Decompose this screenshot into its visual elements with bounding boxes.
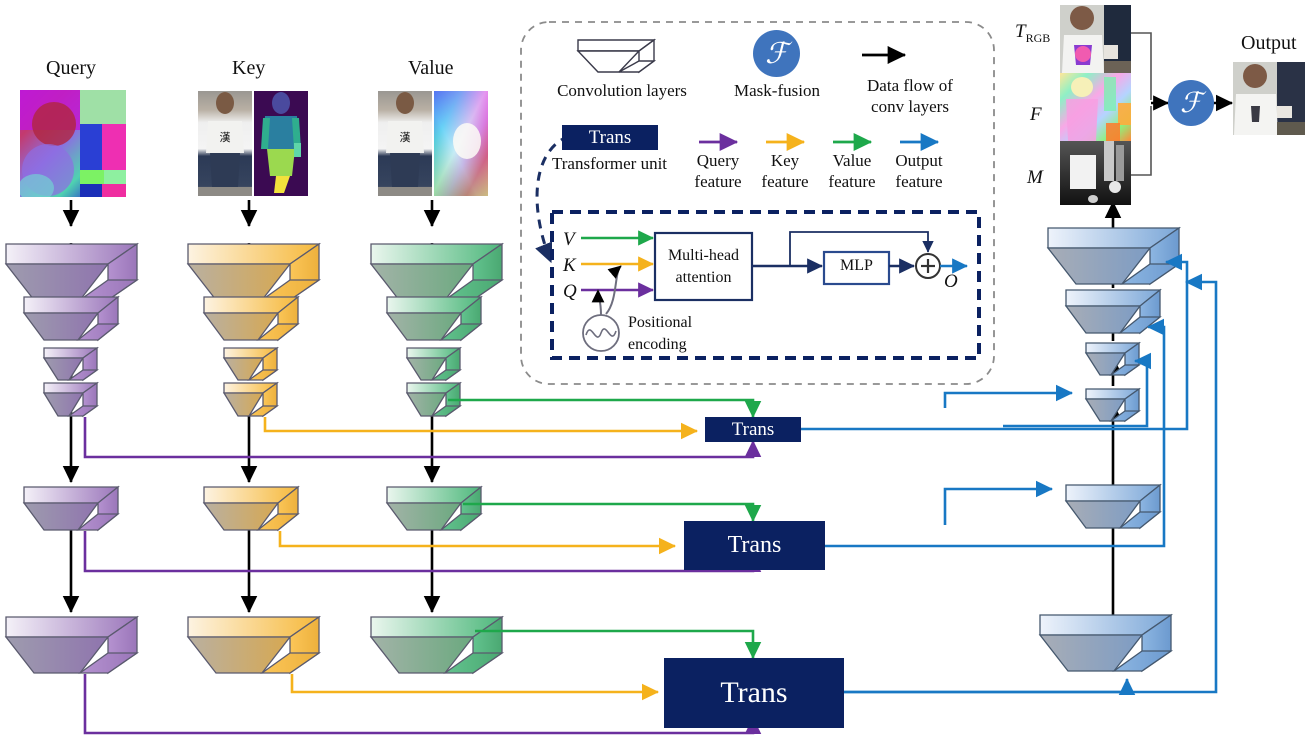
- legend-query-feature-label-line1: Query: [696, 151, 740, 170]
- detail-positional-encoding-label-line1: Positional: [628, 314, 693, 331]
- f-flow-image: [1060, 73, 1131, 141]
- query-slab-3: [42, 346, 100, 382]
- value-slab-1: [369, 242, 505, 302]
- query-feature-paths: [83, 417, 762, 735]
- value-person-image: 漢: [378, 91, 432, 196]
- legend-value-feature-label-line1: Value: [832, 151, 872, 170]
- value-slab-6: [369, 615, 505, 675]
- detail-attention-label-line2: attention: [675, 269, 732, 286]
- query-input-image: [18, 90, 126, 202]
- t-rgb-main: T: [1015, 21, 1026, 42]
- detail-v-label: V: [563, 229, 575, 250]
- decoder-slab-4: [1084, 387, 1142, 423]
- value-column-title: Value: [408, 57, 454, 79]
- convolution-layers-icon: [576, 38, 657, 74]
- decoder-slab-top: [1046, 226, 1182, 286]
- svg-text:漢: 漢: [220, 131, 231, 144]
- legend-mask-fusion-label: Mask-fusion: [734, 81, 820, 100]
- t-rgb-subscript: RGB: [1025, 30, 1051, 45]
- key-slab-1: [186, 242, 322, 302]
- key-slab-6: [186, 615, 322, 675]
- legend-query-feature-label-line2: feature: [694, 172, 742, 191]
- query-slab-5: [22, 485, 120, 532]
- decoder-slab-2: [1064, 288, 1162, 335]
- detail-positional-encoding-label-line2: encoding: [628, 336, 687, 353]
- svg-text:漢: 漢: [400, 131, 411, 144]
- value-conv-slabs: [369, 242, 505, 675]
- query-slab-4: [42, 381, 100, 418]
- value-slab-5: [385, 485, 483, 532]
- mask-fusion-node: ℱ: [1168, 80, 1214, 126]
- key-column-title: Key: [232, 57, 266, 79]
- legend-key-feature-label-line1: Key: [770, 151, 800, 170]
- legend-dataflow-label-line2: conv layers: [871, 97, 949, 116]
- key-slab-5: [202, 485, 300, 532]
- decoder-slab-3: [1084, 341, 1142, 377]
- detail-mlp-label: MLP: [840, 257, 873, 274]
- m-label: M: [1027, 167, 1043, 188]
- legend-output-feature-label-line1: Output: [895, 151, 943, 170]
- detail-k-label: K: [563, 255, 576, 276]
- output-image: [1233, 62, 1305, 135]
- query-slab-2: [22, 295, 120, 342]
- key-slab-4: [222, 381, 280, 418]
- trans-stage-2[interactable]: Trans: [684, 521, 825, 570]
- legend-trans-chip: Trans: [562, 125, 658, 150]
- f-label: F: [1030, 104, 1042, 125]
- query-slab-6: [4, 615, 140, 675]
- t-rgb-image: [1060, 5, 1131, 73]
- legend-output-feature-label-line2: feature: [895, 172, 943, 191]
- output-title: Output: [1241, 32, 1297, 54]
- value-slab-3: [405, 346, 463, 382]
- value-slab-2: [385, 295, 483, 342]
- detail-attention-label-line1: Multi-head: [667, 247, 740, 264]
- legend-dataflow-label-line1: Data flow of: [867, 76, 953, 95]
- key-parsing-mask-image: [254, 91, 308, 196]
- legend-key-feature-label-line2: feature: [761, 172, 809, 191]
- key-slab-3: [222, 346, 280, 382]
- query-slab-1: [4, 242, 140, 302]
- t-rgb-label: TRGB: [1015, 22, 1050, 44]
- decoder-slab-5: [1064, 483, 1162, 530]
- key-slab-2: [202, 295, 300, 342]
- m-mask-image: [1060, 141, 1131, 205]
- value-colorwheel-image: [434, 91, 488, 196]
- detail-q-label: Q: [563, 281, 577, 302]
- trans-stage-3[interactable]: Trans: [664, 658, 844, 728]
- decoder-conv-slabs: [1038, 226, 1182, 673]
- legend-convolution-layers-label: Convolution layers: [557, 81, 687, 100]
- legend-mask-fusion-icon: ℱ: [753, 30, 800, 77]
- legend-transformer-unit-label: Transformer unit: [551, 154, 668, 173]
- legend-value-feature-label-line2: feature: [828, 172, 876, 191]
- key-person-image: 漢: [198, 91, 252, 196]
- fusion-bracket: [1131, 32, 1169, 176]
- query-column-title: Query: [46, 57, 96, 79]
- key-conv-slabs: [186, 242, 322, 675]
- decoder-slab-6: [1038, 613, 1174, 673]
- diagram-canvas: 漢 漢 ℱ ℱ Query Key Value Convolution laye…: [0, 0, 1311, 746]
- detail-output-label: O: [944, 271, 958, 292]
- trans-stage-1[interactable]: Trans: [705, 417, 801, 442]
- transformer-detail-box: [550, 210, 981, 360]
